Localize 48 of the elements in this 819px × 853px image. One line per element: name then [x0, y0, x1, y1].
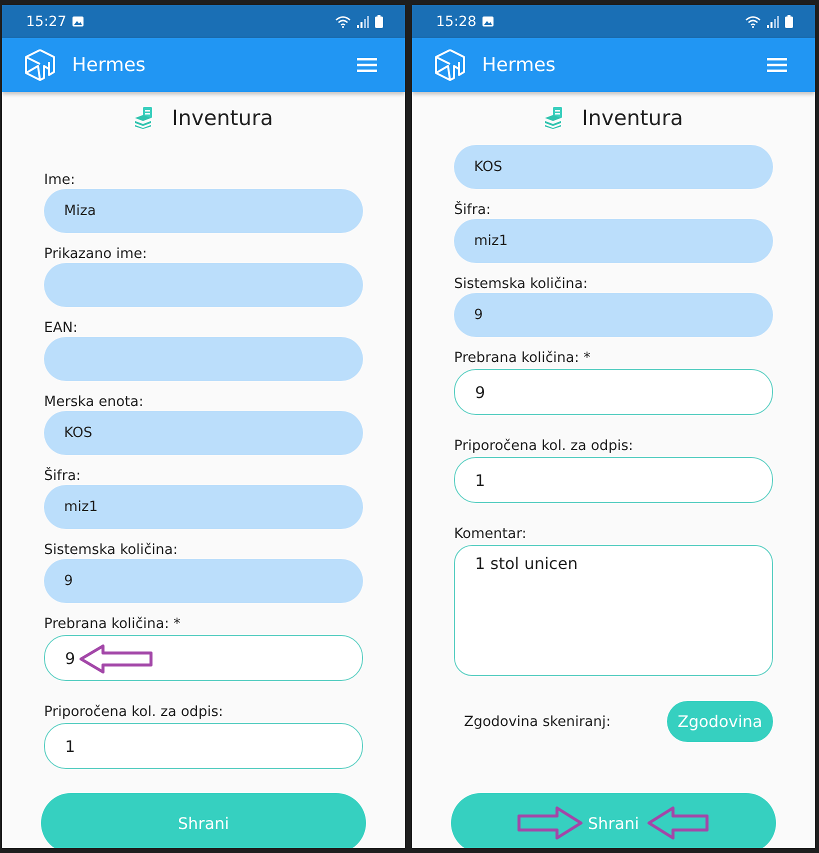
- stacked-documents-icon: [544, 107, 564, 129]
- text-area[interactable]: 1 stol unicen: [454, 545, 773, 676]
- page-title: Inventura: [172, 106, 274, 130]
- cube-logo-icon: [24, 48, 56, 82]
- battery-icon: [785, 15, 793, 28]
- field-label: Priporočena kol. za odpis:: [44, 703, 224, 721]
- status-time: 15:27: [26, 14, 66, 30]
- field-label: Merska enota:: [44, 393, 144, 411]
- input-field[interactable]: 9: [44, 559, 363, 603]
- input-field[interactable]: KOS: [44, 411, 363, 455]
- page-title: Inventura: [582, 106, 684, 130]
- input-field[interactable]: 1: [44, 723, 363, 769]
- status-time: 15:28: [436, 14, 476, 30]
- field-label: Priporočena kol. za odpis:: [454, 437, 634, 455]
- field-label: Sistemska količina:: [454, 275, 588, 293]
- input-field[interactable]: 9: [454, 369, 773, 415]
- battery-icon: [375, 15, 383, 28]
- image-icon: [482, 16, 494, 27]
- input-field[interactable]: KOS: [454, 145, 773, 189]
- field-label: Šifra:: [454, 201, 491, 219]
- field-label: Prebrana količina: *: [454, 349, 591, 367]
- field-label: Prebrana količina: *: [44, 615, 181, 633]
- signal-icon: [357, 16, 369, 28]
- cube-logo-icon: [434, 48, 466, 82]
- input-field[interactable]: 1: [454, 457, 773, 503]
- input-field[interactable]: miz1: [44, 485, 363, 529]
- menu-icon[interactable]: [767, 58, 787, 72]
- wifi-icon: [335, 16, 351, 28]
- field-label: Ime:: [44, 171, 76, 189]
- history-label: Zgodovina skeniranj:: [464, 714, 611, 730]
- signal-icon: [767, 16, 779, 28]
- input-field[interactable]: 9: [454, 293, 773, 337]
- field-label: Šifra:: [44, 467, 81, 485]
- input-field[interactable]: [44, 337, 363, 381]
- input-field[interactable]: [44, 263, 363, 307]
- field-label: Sistemska količina:: [44, 541, 178, 559]
- field-label: EAN:: [44, 319, 78, 337]
- image-icon: [72, 16, 84, 27]
- field-label: Komentar:: [454, 525, 526, 543]
- stacked-documents-icon: [134, 107, 154, 129]
- input-field[interactable]: miz1: [454, 219, 773, 263]
- menu-icon[interactable]: [357, 58, 377, 72]
- wifi-icon: [745, 16, 761, 28]
- input-field[interactable]: 9: [44, 635, 363, 681]
- app-title: Hermes: [72, 54, 146, 76]
- field-label: Prikazano ime:: [44, 245, 147, 263]
- app-title: Hermes: [482, 54, 556, 76]
- input-field[interactable]: Miza: [44, 189, 363, 233]
